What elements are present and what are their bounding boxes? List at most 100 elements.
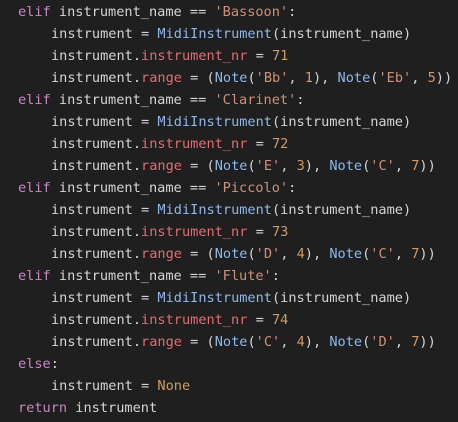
code-token-op: == [189, 92, 207, 108]
code-token-num: 1 [304, 70, 313, 86]
code-token-paren: )) [419, 334, 436, 350]
code-token-op: == [189, 180, 207, 196]
code-token-cls: Note [329, 158, 363, 174]
code-line[interactable]: return instrument [18, 397, 458, 419]
code-line[interactable]: instrument = None [18, 375, 458, 397]
code-token-op: , [394, 246, 412, 262]
code-token-attr: range [141, 158, 182, 174]
code-token-op: == [189, 4, 207, 20]
code-line[interactable]: instrument = MidiInstrument(instrument_n… [18, 23, 458, 45]
code-line[interactable]: instrument.instrument_nr = 74 [18, 309, 458, 331]
code-token-paren: ) [304, 246, 313, 262]
code-token-name [264, 136, 272, 152]
code-token-str: 'Bassoon' [214, 4, 289, 20]
code-token-name: instrument_name [280, 26, 403, 42]
code-line[interactable]: instrument.range = (Note('C', 4), Note('… [18, 331, 458, 353]
code-token-op: = [255, 224, 264, 240]
code-token-op: = [141, 290, 150, 306]
code-token-cls: Note [214, 334, 248, 350]
code-token-name: instrument_name [280, 114, 403, 130]
code-token-name [198, 70, 206, 86]
code-token-name [182, 334, 190, 350]
code-line[interactable]: instrument.instrument_nr = 73 [18, 221, 458, 243]
code-token-str: 'Flute' [214, 268, 272, 284]
code-token-attr: instrument_nr [141, 136, 248, 152]
code-token-name: instrument_name [50, 92, 190, 108]
code-token-paren: )) [435, 70, 453, 86]
code-token-paren: )) [419, 158, 436, 174]
code-token-op: , [321, 70, 338, 86]
code-editor[interactable]: elif instrument_name == 'Bassoon': instru… [0, 0, 458, 422]
code-token-paren: ( [247, 334, 256, 350]
code-token-paren: ( [247, 158, 256, 174]
code-token-str: 'Eb' [378, 70, 412, 86]
code-line[interactable]: instrument = MidiInstrument(instrument_n… [18, 111, 458, 133]
code-line[interactable]: instrument.instrument_nr = 71 [18, 45, 458, 67]
code-token-name: instrument_name [280, 290, 403, 306]
code-token-str: 'D' [255, 246, 281, 262]
code-line[interactable]: instrument = MidiInstrument(instrument_n… [18, 199, 458, 221]
code-token-cls: MidiInstrument [157, 114, 272, 130]
code-token-op: = [255, 136, 264, 152]
code-token-cls: Note [329, 246, 363, 262]
code-token-op: , [312, 334, 330, 350]
code-line[interactable]: elif instrument_name == 'Clarinet': [18, 89, 458, 111]
code-token-op: : [50, 356, 59, 372]
code-token-name: instrument [67, 400, 158, 416]
code-line[interactable]: instrument.instrument_nr = 72 [18, 133, 458, 155]
code-token-name [198, 246, 206, 262]
code-token-op: , [411, 70, 428, 86]
code-token-name: instrument. [51, 70, 142, 86]
code-token-paren: ( [271, 290, 281, 306]
code-token-op: , [280, 334, 297, 350]
code-token-op: : [271, 268, 280, 284]
code-token-name: instrument [51, 202, 142, 218]
code-token-num: 71 [272, 48, 289, 64]
code-token-cls: Note [214, 246, 248, 262]
code-token-name [247, 312, 255, 328]
code-token-op: = [255, 48, 264, 64]
code-token-str: 'C' [255, 334, 281, 350]
code-token-op: : [288, 180, 297, 196]
code-token-name: instrument_name [280, 202, 403, 218]
code-token-paren: ( [247, 246, 256, 262]
code-token-name: instrument [51, 290, 142, 306]
code-token-num: 5 [427, 70, 436, 86]
code-token-op: = [141, 378, 150, 394]
code-token-cls: Note [329, 334, 363, 350]
code-token-paren: ( [206, 70, 215, 86]
code-line[interactable]: elif instrument_name == 'Flute': [18, 265, 458, 287]
code-token-name: instrument. [51, 246, 142, 262]
code-line[interactable]: elif instrument_name == 'Bassoon': [18, 1, 458, 23]
code-token-paren: ) [312, 70, 322, 86]
code-token-num: 74 [272, 312, 289, 328]
code-line[interactable]: instrument.range = (Note('Bb', 1), Note(… [18, 67, 458, 89]
code-token-num: 3 [296, 158, 305, 174]
code-token-paren: ) [402, 26, 412, 42]
code-token-op: = [141, 114, 150, 130]
code-token-paren: ) [304, 334, 313, 350]
code-token-op: , [394, 158, 412, 174]
code-token-str: 'D' [370, 334, 395, 350]
code-token-op: , [288, 70, 305, 86]
code-token-str: 'C' [370, 246, 395, 262]
code-token-name [182, 70, 190, 86]
code-token-cls: Note [214, 158, 248, 174]
code-line[interactable]: instrument.range = (Note('E', 3), Note('… [18, 155, 458, 177]
code-token-attr: range [141, 334, 182, 350]
code-line[interactable]: instrument.range = (Note('D', 4), Note('… [18, 243, 458, 265]
code-token-name: instrument. [51, 136, 142, 152]
code-line[interactable]: elif instrument_name == 'Piccolo': [18, 177, 458, 199]
code-line[interactable]: else: [18, 353, 458, 375]
code-token-name: instrument [51, 114, 142, 130]
code-token-paren: ) [402, 114, 412, 130]
code-token-op: , [280, 158, 297, 174]
code-token-op: = [255, 312, 264, 328]
code-line[interactable]: instrument = MidiInstrument(instrument_n… [18, 287, 458, 309]
code-token-name: instrument [51, 378, 142, 394]
code-token-str: 'E' [255, 158, 281, 174]
code-token-op: == [189, 268, 207, 284]
code-token-cls: MidiInstrument [157, 202, 272, 218]
code-token-kw: elif [18, 268, 51, 284]
code-token-op: : [296, 92, 305, 108]
